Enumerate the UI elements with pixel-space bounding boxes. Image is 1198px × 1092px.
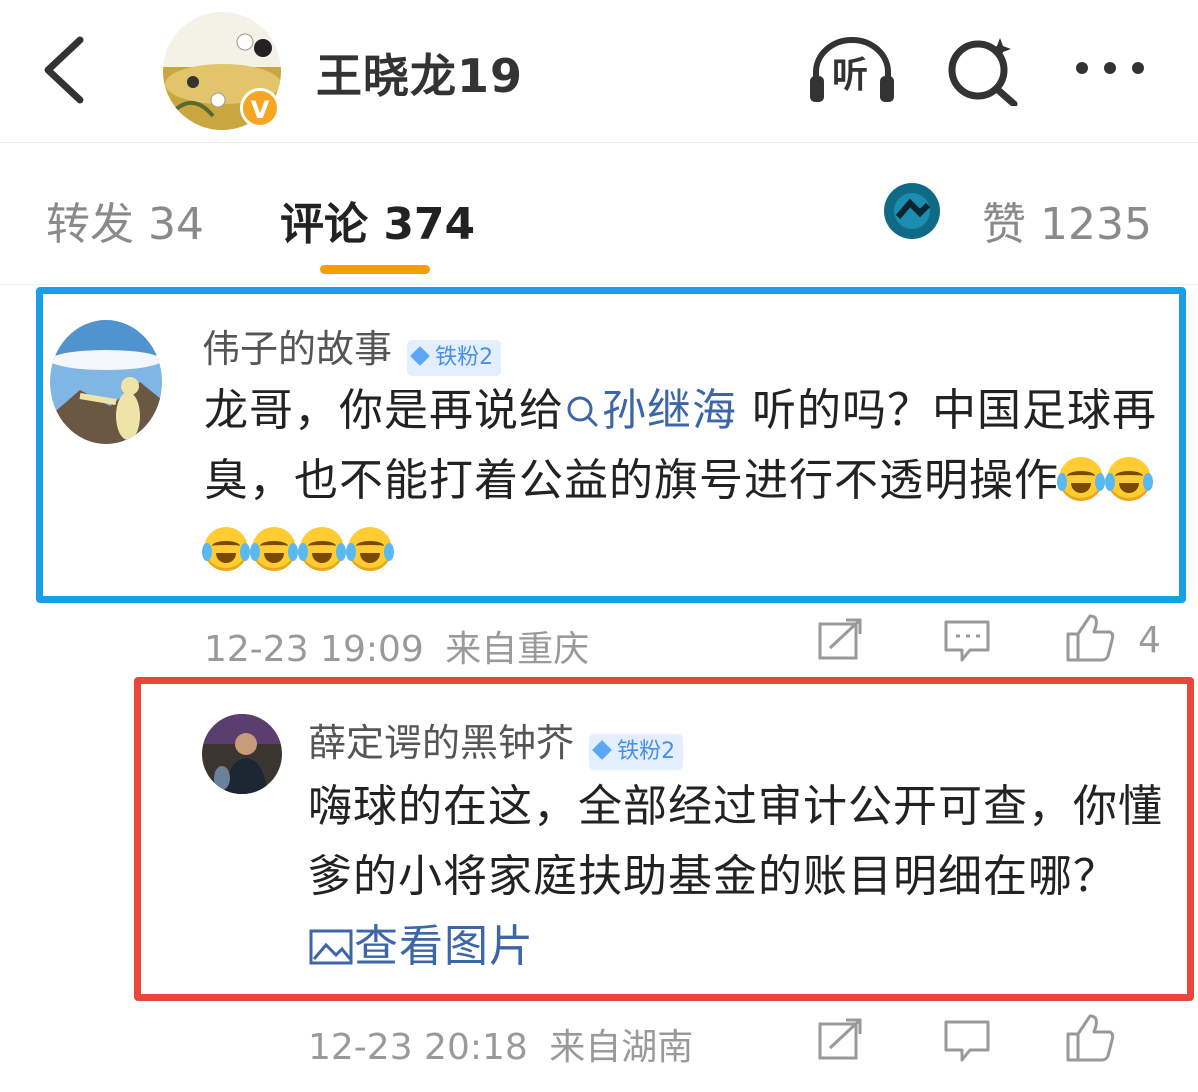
tab-repost[interactable]: 转发 34 [46, 188, 204, 252]
comment-author[interactable]: 伟子的故事 [202, 327, 392, 371]
thumbs-up-icon[interactable] [1064, 1012, 1118, 1064]
laugh-cry-emoji-icon [250, 527, 298, 571]
back-arrow-icon[interactable] [38, 34, 94, 106]
page-title: 王晓龙19 [316, 49, 524, 103]
diamond-icon [592, 739, 613, 760]
tab-comments[interactable]: 评论 374 [280, 188, 475, 252]
fan-badge: 铁粉2 [407, 339, 502, 376]
reply-avatar[interactable] [202, 714, 282, 794]
laugh-cry-emoji-icon [298, 527, 346, 571]
verified-badge-icon: V [240, 88, 280, 128]
view-image-label: 查看图片 [354, 921, 534, 972]
comment-header: 伟子的故事 铁粉2 [202, 318, 502, 376]
reply-meta: 12-23 20:18 来自湖南 [308, 1018, 693, 1070]
reply-time: 12-23 20:18 [308, 1027, 528, 1068]
diamond-icon [410, 345, 431, 366]
laugh-cry-emoji-icon [202, 527, 250, 571]
laugh-cry-emoji-icon [1105, 457, 1153, 501]
fan-badge: 铁粉2 [589, 733, 684, 770]
listen-label: 听 [832, 55, 869, 96]
comment-time: 12-23 19:09 [204, 629, 424, 670]
view-image-link[interactable]: 查看图片 [308, 921, 534, 972]
search-icon[interactable] [944, 32, 1020, 106]
topic-link-label: 孙继海 [602, 385, 737, 436]
reply-body: 嗨球的在这，全部经过审计公开可查，你懂爹的小将家庭扶助基金的账目明细在哪？ 查看… [308, 772, 1164, 982]
comment-body: 龙哥，你是再说给 孙继海 听的吗？中国足球再臭，也不能打着公益的旗号进行不透明操作 [202, 376, 1164, 586]
fan-badge-label: 铁粉2 [435, 344, 494, 370]
fan-badge-label: 铁粉2 [617, 738, 676, 764]
reply-comment-icon[interactable] [942, 1018, 992, 1064]
laugh-cry-emoji-icon [1057, 457, 1105, 501]
thumbs-up-icon[interactable] [1064, 612, 1118, 664]
comment-avatar[interactable] [50, 320, 162, 444]
topic-link[interactable]: 孙继海 [564, 385, 737, 436]
tab-likes[interactable]: 赞 1235 [982, 188, 1152, 252]
more-options-icon[interactable] [1070, 48, 1150, 88]
divider [0, 284, 1198, 285]
reply-text: 嗨球的在这，全部经过审计公开可查，你懂爹的小将家庭扶助基金的账目明细在哪？ [308, 781, 1163, 902]
comment-location: 来自重庆 [445, 629, 590, 670]
comment-meta: 12-23 19:09 来自重庆 [204, 620, 589, 672]
reply-author[interactable]: 薛定谔的黑钟芥 [308, 721, 574, 765]
liker-avatar[interactable] [884, 183, 940, 239]
listen-headphone-icon[interactable]: 听 [806, 32, 898, 106]
image-icon [309, 929, 353, 965]
like-count: 4 [1138, 620, 1161, 661]
laugh-cry-emoji-icon [346, 527, 394, 571]
share-icon[interactable] [816, 1018, 866, 1062]
reply-location: 来自湖南 [549, 1027, 694, 1068]
search-small-icon [567, 396, 598, 427]
active-tab-indicator [320, 265, 430, 274]
comment-text: 龙哥，你是再说给 [204, 385, 564, 436]
share-icon[interactable] [816, 618, 866, 662]
reply-header: 薛定谔的黑钟芥 铁粉2 [308, 712, 684, 770]
reply-comment-icon[interactable] [942, 618, 992, 664]
